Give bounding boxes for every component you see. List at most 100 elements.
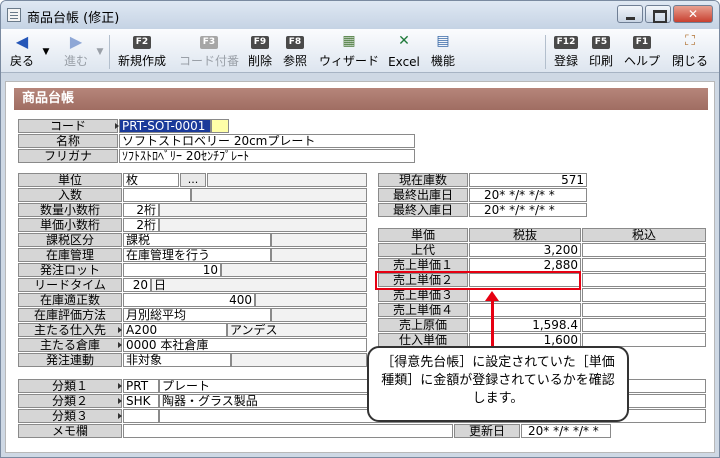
wizard-button[interactable]: ▦ ウィザード bbox=[315, 33, 383, 71]
last-ship-date-value: 20* */* */* * bbox=[469, 188, 587, 202]
list-price-excl[interactable]: 3,200 bbox=[469, 243, 581, 257]
list-price-incl[interactable] bbox=[582, 243, 706, 257]
sales-cost-incl[interactable] bbox=[582, 318, 706, 332]
callout-arrow-head bbox=[485, 291, 499, 301]
arrow-left-icon: ◀ bbox=[15, 32, 29, 51]
category-2-code[interactable]: SHK bbox=[123, 394, 159, 408]
unit-label: 単位 bbox=[18, 173, 122, 187]
valuation-blank bbox=[271, 308, 367, 322]
excel-button[interactable]: ✕ Excel bbox=[385, 33, 423, 71]
price-decimal-label: 単価小数桁 bbox=[18, 218, 122, 232]
close-button[interactable]: ⛶ 閉じる bbox=[667, 33, 713, 71]
pack-qty-blank bbox=[191, 188, 367, 202]
function-icon: ▤ bbox=[436, 33, 450, 49]
memo-input[interactable] bbox=[123, 424, 453, 438]
order-link-blank bbox=[231, 353, 367, 367]
pack-qty-label: 入数 bbox=[18, 188, 122, 202]
minimize-button[interactable] bbox=[617, 5, 643, 23]
callout-note: ［得意先台帳］に設定されていた［単価種類］に金額が登録されているかを確認します。 bbox=[367, 346, 629, 422]
code-number-button[interactable]: F3 コード付番 bbox=[173, 33, 245, 71]
price-decimal-input[interactable]: 2桁 bbox=[123, 218, 159, 232]
code-input-cursor[interactable] bbox=[211, 119, 229, 133]
sales-price-1-incl[interactable] bbox=[582, 258, 706, 272]
excel-icon: ✕ bbox=[398, 33, 410, 49]
help-button[interactable]: F1 ヘルプ bbox=[621, 33, 663, 71]
arrow-right-icon bbox=[118, 413, 122, 419]
updated-value: 20* */* */* * bbox=[521, 424, 611, 438]
last-receive-date-value: 20* */* */* * bbox=[469, 203, 587, 217]
order-link-select[interactable]: 非対象 bbox=[123, 353, 231, 367]
qty-decimal-blank bbox=[159, 203, 367, 217]
reference-button[interactable]: F8 参照 bbox=[279, 33, 311, 71]
forward-button[interactable]: ▶ 進む bbox=[59, 33, 93, 71]
order-lot-input[interactable]: 10 bbox=[123, 263, 221, 277]
function-button[interactable]: ▤ 機能 bbox=[425, 33, 461, 71]
sales-price-4-incl[interactable] bbox=[582, 303, 706, 317]
kana-input[interactable]: ｿﾌﾄｽﾄﾛﾍﾞﾘｰ 20ｾﾝﾁﾌﾟﾚｰﾄ bbox=[119, 149, 415, 163]
stock-control-label: 在庫管理 bbox=[18, 248, 122, 262]
delete-button[interactable]: F9 削除 bbox=[245, 33, 275, 71]
order-lot-label: 発注ロット bbox=[18, 263, 122, 277]
arrow-right-icon bbox=[118, 327, 122, 333]
order-link-label: 発注連動 bbox=[18, 353, 122, 367]
highlight-box bbox=[375, 271, 581, 290]
lead-time-label: リードタイム bbox=[18, 278, 122, 292]
updated-label: 更新日 bbox=[454, 424, 520, 438]
wizard-icon: ▦ bbox=[342, 33, 356, 49]
back-history-dropdown[interactable]: ▼ bbox=[39, 33, 53, 71]
ledger-icon bbox=[7, 8, 21, 22]
category-3-code[interactable] bbox=[123, 409, 159, 423]
sales-price-4-excl[interactable] bbox=[469, 303, 581, 317]
purchase-price-label: 仕入単価 bbox=[378, 333, 468, 347]
lead-time-input[interactable]: 20 bbox=[123, 278, 151, 292]
stock-optimal-blank bbox=[255, 293, 367, 307]
callout-arrow-shaft bbox=[491, 299, 494, 349]
sales-cost-excl[interactable]: 1,598.4 bbox=[469, 318, 581, 332]
name-label: 名称 bbox=[18, 134, 118, 148]
code-input[interactable]: PRT-SOT-0001 bbox=[119, 119, 211, 133]
arrow-right-icon bbox=[118, 398, 122, 404]
stock-control-select[interactable]: 在庫管理を行う bbox=[123, 248, 271, 262]
arrow-right-icon: ▶ bbox=[69, 32, 83, 51]
pack-qty-input[interactable] bbox=[123, 188, 191, 202]
print-button[interactable]: F5 印刷 bbox=[585, 33, 617, 71]
category-1-code[interactable]: PRT bbox=[123, 379, 159, 393]
sales-price-2-incl[interactable] bbox=[582, 273, 706, 287]
code-label: コード bbox=[18, 119, 118, 133]
main-warehouse-input[interactable]: 0000 本社倉庫 bbox=[123, 338, 367, 352]
main-supplier-name: アンデス bbox=[227, 323, 367, 337]
main-supplier-code[interactable]: A200 bbox=[123, 323, 227, 337]
tax-class-select[interactable]: 課税 bbox=[123, 233, 271, 247]
stock-optimal-label: 在庫適正数 bbox=[18, 293, 122, 307]
unit-input[interactable]: 枚 bbox=[123, 173, 179, 187]
register-button[interactable]: F12 登録 bbox=[551, 33, 581, 71]
sales-price-1-excl[interactable]: 2,880 bbox=[469, 258, 581, 272]
stock-optimal-input[interactable]: 400 bbox=[123, 293, 255, 307]
sales-price-4-label: 売上単価４ bbox=[378, 303, 468, 317]
new-button[interactable]: F2 新規作成 bbox=[113, 33, 171, 71]
unit-blank bbox=[207, 173, 367, 187]
sales-price-3-incl[interactable] bbox=[582, 288, 706, 302]
back-button[interactable]: ◀ 戻る bbox=[5, 33, 39, 71]
purchase-price-incl[interactable] bbox=[582, 333, 706, 347]
caret-down-icon: ▼ bbox=[96, 47, 104, 57]
valuation-select[interactable]: 月別総平均 bbox=[123, 308, 271, 322]
memo-label: メモ欄 bbox=[18, 424, 122, 438]
qty-decimal-input[interactable]: 2桁 bbox=[123, 203, 159, 217]
purchase-price-excl[interactable]: 1,600 bbox=[469, 333, 581, 347]
kana-label: フリガナ bbox=[18, 149, 118, 163]
panel-title: 商品台帳 bbox=[14, 88, 708, 110]
name-input[interactable]: ソフトストロベリー 20cmプレート bbox=[119, 134, 415, 148]
valuation-label: 在庫評価方法 bbox=[18, 308, 122, 322]
maximize-button[interactable] bbox=[645, 5, 671, 23]
current-stock-value: 571 bbox=[469, 173, 587, 187]
close-window-button[interactable] bbox=[673, 5, 713, 23]
tax-class-label: 課税区分 bbox=[18, 233, 122, 247]
forward-history-dropdown[interactable]: ▼ bbox=[93, 33, 107, 71]
order-lot-blank bbox=[221, 263, 367, 277]
main-supplier-label: 主たる仕入先 bbox=[18, 323, 122, 337]
stock-control-blank bbox=[271, 248, 367, 262]
tax-class-blank bbox=[271, 233, 367, 247]
qty-decimal-label: 数量小数桁 bbox=[18, 203, 122, 217]
unit-lookup-button[interactable]: ... bbox=[180, 173, 206, 187]
